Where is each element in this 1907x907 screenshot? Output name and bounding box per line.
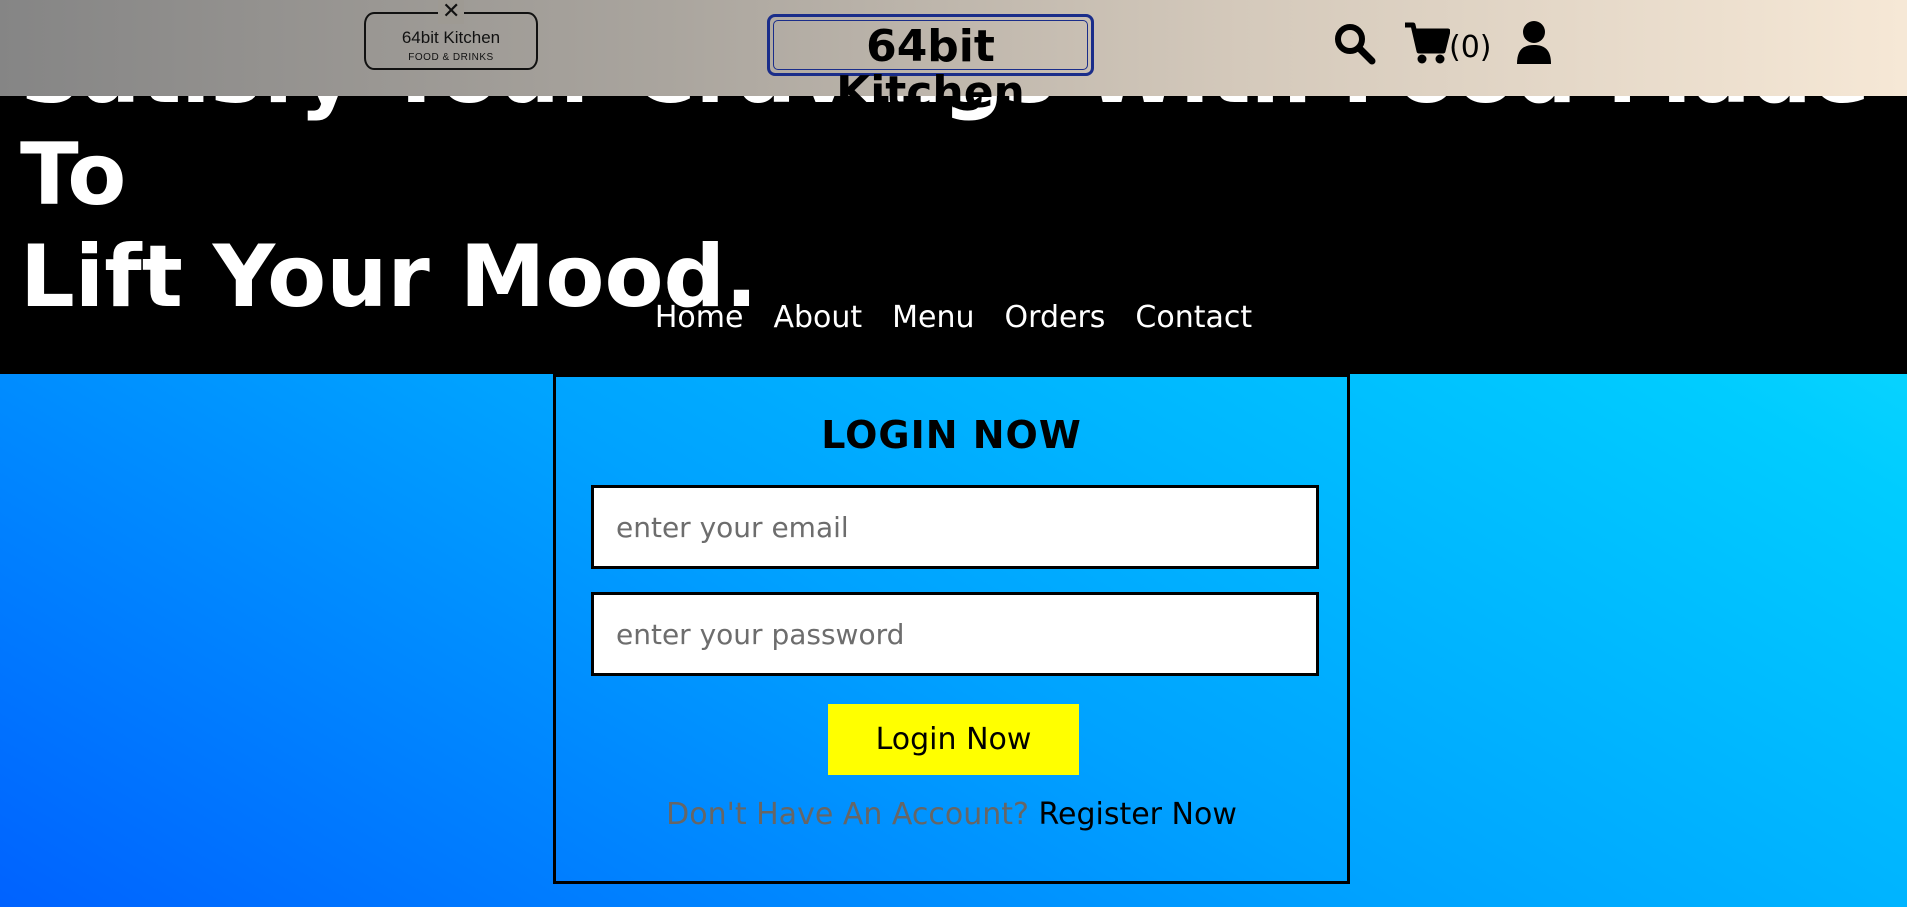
nav-contact[interactable]: Contact (1135, 300, 1252, 335)
cart-count: (0) (1449, 30, 1492, 65)
nav-home[interactable]: Home (655, 300, 744, 335)
brand-frame[interactable]: 64bit Kitchen (767, 14, 1094, 116)
logo-name: 64bit Kitchen (401, 28, 501, 47)
search-icon[interactable] (1333, 22, 1377, 66)
logo-tagline: FOOD & DRINKS (408, 52, 494, 63)
nav-menu[interactable]: Menu (892, 300, 974, 335)
main-nav: Home About Menu Orders Contact (0, 300, 1907, 335)
login-button[interactable]: Login Now (828, 704, 1079, 775)
register-line: Don't Have An Account? Register Now (556, 797, 1347, 832)
nav-about[interactable]: About (773, 300, 862, 335)
login-form: LOGIN NOW Login Now Don't Have An Accoun… (553, 374, 1350, 884)
email-field[interactable] (591, 485, 1319, 569)
fork-knife-icon: ✕ (438, 0, 465, 24)
nav-orders[interactable]: Orders (1005, 300, 1106, 335)
site-header: ✕ 64bit Kitchen FOOD & DRINKS 64bit Kitc… (0, 0, 1907, 116)
register-prompt: Don't Have An Account? (666, 797, 1029, 832)
brand-title: 64bit Kitchen (836, 21, 1025, 118)
user-icon[interactable] (1515, 20, 1553, 66)
password-field[interactable] (591, 592, 1319, 676)
site-logo[interactable]: ✕ 64bit Kitchen FOOD & DRINKS (364, 0, 538, 70)
login-title: LOGIN NOW (821, 413, 1082, 457)
register-link[interactable]: Register Now (1038, 797, 1236, 832)
cart-icon[interactable] (1404, 21, 1450, 65)
